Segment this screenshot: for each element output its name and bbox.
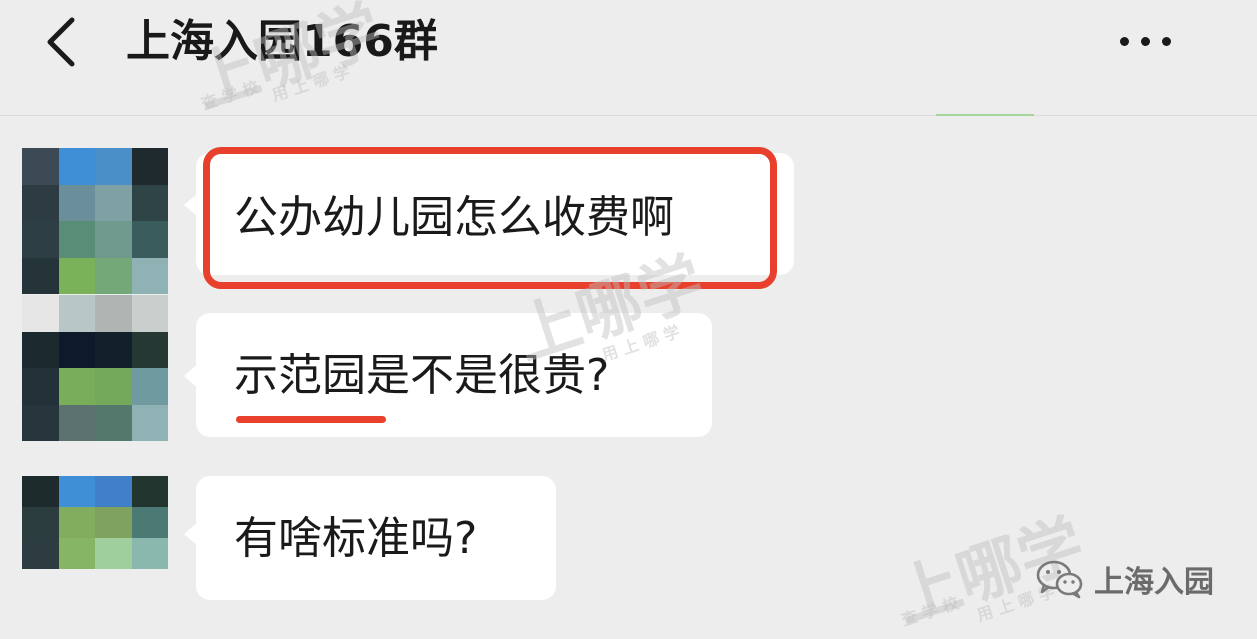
back-button[interactable]	[38, 16, 88, 68]
header-divider	[0, 115, 1257, 116]
chat-title: 上海入园166群	[126, 16, 438, 67]
message-text: 是不是很贵?	[366, 350, 610, 401]
underlined-text: 示范园	[234, 350, 366, 401]
message-text: 公办幼儿园怎么收费啊	[234, 192, 674, 243]
red-underline	[236, 416, 386, 423]
chat-header: 上海入园166群	[0, 0, 1257, 115]
brand-label: 上海入园	[1036, 556, 1214, 602]
avatar[interactable]	[22, 148, 168, 294]
chevron-left-icon	[47, 17, 75, 67]
wechat-icon	[1036, 560, 1083, 599]
avatar[interactable]	[22, 476, 168, 600]
watermark-sub: 查 学 校	[898, 593, 962, 630]
more-dots-icon	[1120, 37, 1129, 46]
message-text: 有啥标准吗?	[234, 513, 478, 564]
avatar[interactable]	[22, 295, 168, 441]
message-bubble[interactable]: 有啥标准吗?	[196, 476, 556, 600]
header-accent-line	[936, 114, 1034, 116]
more-options-button[interactable]	[1110, 18, 1190, 64]
brand-text: 上海入园	[1094, 565, 1214, 600]
